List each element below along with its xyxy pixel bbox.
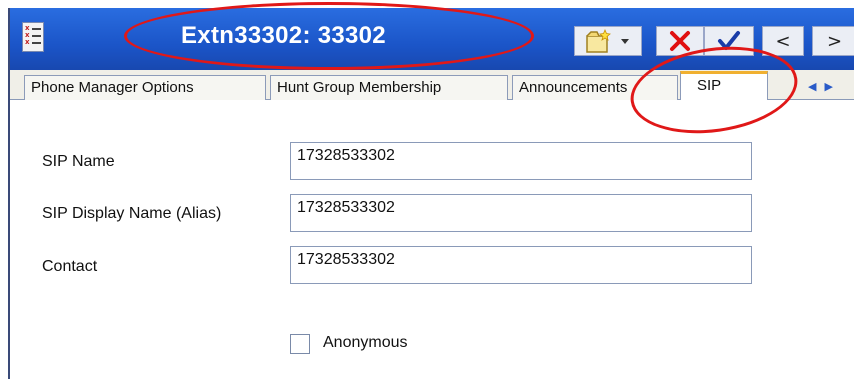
sip-display-name-label: SIP Display Name (Alias)	[42, 205, 222, 222]
sip-name-input[interactable]: 17328533302	[290, 142, 752, 180]
scroll-right-icon[interactable]: ▶	[824, 80, 840, 93]
new-button[interactable]	[574, 26, 642, 56]
sip-name-label: SIP Name	[42, 153, 115, 170]
delete-icon	[670, 31, 690, 51]
dropdown-arrow-icon[interactable]	[619, 36, 631, 46]
sip-panel: SIP Name 17328533302 SIP Display Name (A…	[10, 100, 854, 379]
next-button[interactable]: >	[812, 26, 854, 56]
scroll-left-icon[interactable]: ◀	[808, 80, 824, 93]
anonymous-label: Anonymous	[323, 334, 408, 351]
previous-icon: <	[775, 30, 791, 52]
next-icon: >	[826, 30, 843, 52]
contact-input[interactable]: 17328533302	[290, 246, 752, 284]
tab-hunt-group-membership[interactable]: Hunt Group Membership	[270, 75, 508, 101]
title-highlight-ellipse	[124, 2, 534, 70]
anonymous-checkbox[interactable]	[290, 334, 310, 354]
tab-scroll-arrows[interactable]: ◀▶	[808, 80, 854, 98]
app-menu-icon[interactable]: x x x	[22, 22, 44, 52]
new-icon	[586, 28, 611, 53]
tab-phone-manager-options[interactable]: Phone Manager Options	[24, 75, 266, 101]
contact-label: Contact	[42, 258, 98, 275]
sip-display-name-input[interactable]: 17328533302	[290, 194, 752, 232]
